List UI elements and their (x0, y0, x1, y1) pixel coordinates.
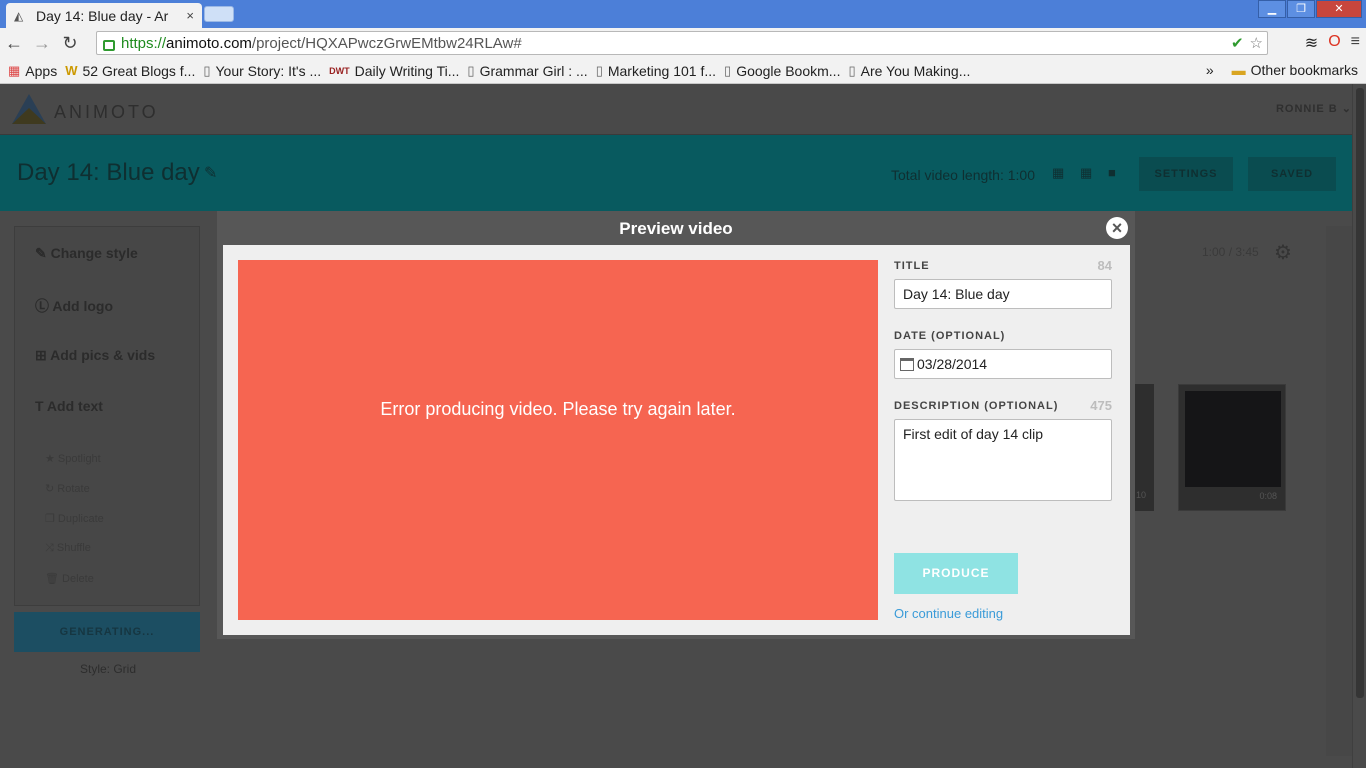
app-logo-text[interactable]: ANIMOTO (54, 102, 159, 123)
forward-icon[interactable]: → (28, 33, 56, 54)
add-pics-button[interactable]: ⊞ Add pics & vids (35, 347, 155, 364)
bookmark-item[interactable]: ▯ Your Story: It's ... (203, 63, 321, 79)
animoto-logo-icon (12, 94, 46, 124)
calendar-icon[interactable] (900, 357, 914, 371)
menu-icon[interactable]: ≡ (1351, 33, 1360, 53)
window-controls: ▁ ❐ ✕ (1257, 0, 1362, 18)
date-value: 03/28/2014 (917, 356, 988, 372)
page-scrollbar[interactable] (1352, 84, 1366, 768)
grid-large-icon[interactable]: ▦ (1052, 165, 1064, 181)
bookmarks-bar: ▦ Apps W 52 Great Blogs f... ▯ Your Story: … (0, 58, 1366, 84)
description-label: DESCRIPTION (OPTIONAL) (894, 400, 1059, 412)
folder-icon: ▬ (1231, 62, 1246, 78)
buffer-icon[interactable]: ≋ (1305, 33, 1318, 53)
continue-editing-link[interactable]: Or continue editing (894, 606, 1003, 621)
new-tab-button[interactable] (204, 6, 234, 22)
add-logo-button[interactable]: Ⓛ Add logo (35, 296, 113, 316)
verified-check-icon[interactable]: ✔ (1231, 34, 1244, 52)
bookmark-item[interactable]: W 52 Great Blogs f... (65, 63, 195, 79)
bookmark-item[interactable]: DWT Daily Writing Ti... (329, 63, 459, 79)
spotlight-button[interactable]: ★ Spotlight (45, 452, 101, 465)
bookmark-item[interactable]: ▯ Grammar Girl : ... (467, 63, 587, 79)
date-label: DATE (OPTIONAL) (894, 330, 1006, 342)
error-message: Error producing video. Please try again … (380, 398, 736, 419)
grid-small-icon[interactable]: ■ (1108, 165, 1116, 180)
modal-close-icon[interactable]: × (1106, 217, 1128, 239)
produce-button[interactable]: PRODUCE (894, 553, 1018, 594)
description-textarea[interactable]: First edit of day 14 clip (894, 419, 1112, 501)
browser-toolbar: ← → ↻ https://animoto.com/project/HQXAPw… (0, 28, 1366, 58)
preview-video-modal: Preview video × Error producing video. P… (217, 211, 1135, 639)
clip-image (1185, 391, 1281, 487)
app-header: ANIMOTO RONNIE B ⌄ (0, 84, 1366, 135)
date-field[interactable]: 03/28/2014 (894, 349, 1112, 379)
title-input[interactable] (894, 279, 1112, 309)
project-title[interactable]: Day 14: Blue day (17, 159, 200, 187)
description-char-count: 475 (1090, 398, 1112, 413)
bookmarks-overflow-icon[interactable]: » (1206, 62, 1214, 78)
scrollbar-thumb[interactable] (1356, 88, 1364, 698)
project-bar: Day 14: Blue day ✎ Total video length: 1… (0, 135, 1366, 211)
modal-title: Preview video (619, 219, 733, 238)
right-panel (1326, 226, 1354, 756)
bookmark-item[interactable]: ▯ Are You Making... (848, 63, 970, 79)
page-icon: ▯ (724, 62, 732, 78)
gear-icon[interactable]: ⚙ (1274, 240, 1292, 265)
window-close-icon[interactable]: ✕ (1316, 0, 1362, 18)
bookmark-item[interactable]: ▯ Marketing 101 f... (596, 63, 716, 79)
other-bookmarks[interactable]: Other bookmarks (1251, 62, 1358, 78)
duplicate-button[interactable]: ❐ Duplicate (45, 512, 104, 525)
address-bar[interactable]: https://animoto.com/project/HQXAPwczGrwE… (96, 31, 1268, 55)
dwt-favicon-icon: DWT (329, 65, 350, 76)
tab-title: Day 14: Blue day - Ar (36, 7, 169, 24)
edit-pencil-icon[interactable]: ✎ (204, 163, 217, 183)
grid-medium-icon[interactable]: ▦ (1080, 165, 1092, 181)
page-icon: ▯ (848, 62, 856, 78)
page-icon: ▯ (595, 62, 603, 78)
user-menu[interactable]: RONNIE B ⌄ (1276, 102, 1352, 115)
browser-tab[interactable]: ◭ Day 14: Blue day - Ar × (6, 3, 202, 28)
time-readout: 1:00 / 3:45 (1202, 245, 1259, 259)
opera-icon[interactable]: O (1328, 33, 1340, 53)
browser-tabbar: ◭ Day 14: Blue day - Ar × ▁ ❐ ✕ (0, 0, 1366, 28)
shuffle-button[interactable]: ⤨ Shuffle (45, 542, 91, 555)
generating-button[interactable]: GENERATING... (14, 612, 200, 652)
lock-icon (103, 39, 115, 51)
total-video-length: Total video length: 1:00 (891, 167, 1035, 183)
style-label: Style: Grid (80, 662, 137, 676)
apps-grid-icon: ▦ (8, 62, 21, 78)
modal-body: Error producing video. Please try again … (223, 245, 1130, 635)
w-favicon-icon: W (65, 63, 78, 78)
clip-duration: 0:08 (1259, 491, 1277, 501)
tools-sidebar: ✎ Change style Ⓛ Add logo ⊞ Add pics & v… (14, 226, 200, 606)
saved-button[interactable]: SAVED (1248, 157, 1336, 191)
clip-thumbnail[interactable]: 0:08 (1178, 384, 1286, 511)
tab-close-icon[interactable]: × (186, 8, 194, 23)
extension-icons: ≋ O ≡ (1305, 33, 1360, 53)
settings-button[interactable]: SETTINGS (1139, 157, 1233, 191)
animoto-favicon-icon: ◭ (14, 8, 24, 23)
url-text: https://animoto.com/project/HQXAPwczGrwE… (121, 34, 522, 52)
page-icon: ▯ (203, 62, 211, 78)
bookmark-item[interactable]: ▯ Google Bookm... (724, 63, 840, 79)
change-style-button[interactable]: ✎ Change style (35, 245, 138, 262)
clip-thumbnail[interactable]: 10 (1134, 384, 1154, 511)
delete-button[interactable]: 🗑 Delete (45, 572, 94, 585)
title-label: TITLE (894, 260, 930, 272)
add-text-button[interactable]: T Add text (35, 398, 103, 414)
back-icon[interactable]: ← (0, 33, 28, 54)
rotate-button[interactable]: ↻ Rotate (45, 482, 90, 495)
title-char-count: 84 (1097, 258, 1112, 273)
video-error-panel: Error producing video. Please try again … (238, 260, 878, 620)
reload-icon[interactable]: ↻ (56, 33, 84, 54)
bookmark-star-icon[interactable]: ☆ (1250, 34, 1263, 52)
clip-duration: 10 (1136, 490, 1147, 500)
maximize-icon[interactable]: ❐ (1287, 0, 1315, 18)
minimize-icon[interactable]: ▁ (1258, 0, 1286, 18)
bookmark-apps[interactable]: ▦ Apps (8, 63, 57, 79)
page-icon: ▯ (467, 62, 475, 78)
